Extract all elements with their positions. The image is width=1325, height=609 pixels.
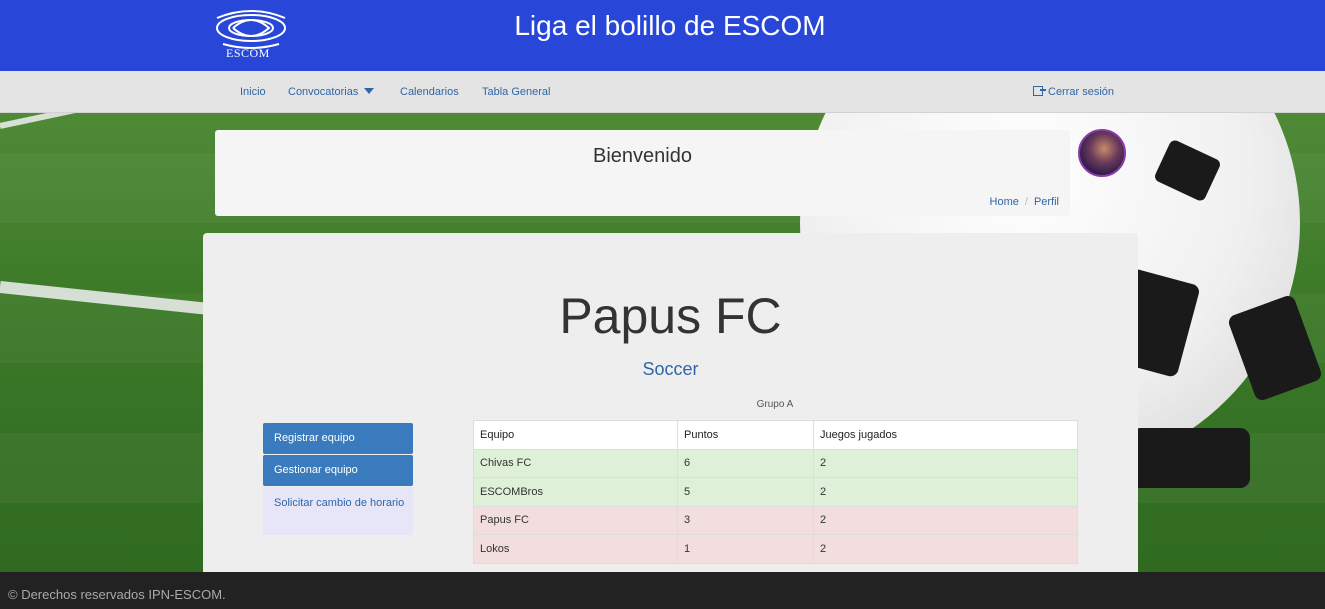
- table-row: Lokos 1 2: [473, 534, 1078, 564]
- points-cell: 1: [677, 534, 814, 564]
- ball-patch: [1153, 138, 1222, 203]
- table-row: Chivas FC 6 2: [473, 448, 1078, 478]
- field-line: [0, 113, 197, 129]
- points-cell: 5: [677, 477, 814, 507]
- table-row: ESCOMBros 5 2: [473, 477, 1078, 507]
- top-header: ESCOM Liga el bolillo de ESCOM: [0, 0, 1325, 71]
- logo-text: ESCOM: [226, 46, 270, 60]
- points-cell: 6: [677, 448, 814, 478]
- points-cell: 3: [677, 505, 814, 535]
- nav-convocatorias-dropdown[interactable]: Convocatorias: [288, 86, 375, 98]
- played-cell: 2: [813, 448, 1078, 478]
- breadcrumb-perfil-link[interactable]: Perfil: [1034, 196, 1059, 208]
- standings-table: Equipo Puntos Juegos jugados Chivas FC 6…: [473, 420, 1078, 564]
- played-cell: 2: [813, 534, 1078, 564]
- sign-out-icon: [1033, 86, 1046, 96]
- nav-calendarios-link[interactable]: Calendarios: [400, 86, 459, 98]
- played-cell: 2: [813, 477, 1078, 507]
- team-cell: ESCOMBros: [473, 477, 678, 507]
- breadcrumb: Home / Perfil: [989, 196, 1059, 208]
- team-name: Papus FC: [559, 288, 782, 344]
- column-header-equipo: Equipo: [473, 420, 678, 450]
- column-header-puntos: Puntos: [677, 420, 814, 450]
- register-team-button[interactable]: Registrar equipo: [263, 423, 413, 454]
- welcome-title: Bienvenido: [593, 145, 692, 167]
- played-cell: 2: [813, 505, 1078, 535]
- logout-link[interactable]: Cerrar sesión: [1033, 86, 1114, 98]
- group-label: Grupo A: [756, 399, 794, 410]
- nav-inicio-link[interactable]: Inicio: [240, 86, 266, 98]
- user-avatar[interactable]: [1078, 129, 1126, 177]
- ball-patch: [1130, 428, 1250, 488]
- breadcrumb-home-link[interactable]: Home: [990, 196, 1019, 208]
- page-footer: © Derechos reservados IPN-ESCOM.: [0, 572, 1325, 609]
- footer-copyright: © Derechos reservados IPN-ESCOM.: [8, 587, 226, 602]
- request-schedule-change-button[interactable]: Solicitar cambio de horario: [263, 487, 413, 535]
- team-cell: Papus FC: [473, 505, 678, 535]
- nav-convocatorias-label: Convocatorias: [288, 86, 359, 98]
- nav-tabla-general-link[interactable]: Tabla General: [482, 86, 551, 98]
- team-sport: Soccer: [642, 359, 699, 379]
- welcome-panel: Bienvenido Home / Perfil: [215, 130, 1070, 216]
- logout-label: Cerrar sesión: [1048, 86, 1115, 98]
- team-cell: Lokos: [473, 534, 678, 564]
- table-header-row: Equipo Puntos Juegos jugados: [473, 420, 1078, 450]
- manage-team-button[interactable]: Gestionar equipo: [263, 455, 413, 486]
- team-cell: Chivas FC: [473, 448, 678, 478]
- site-title: Liga el bolillo de ESCOM: [514, 10, 826, 41]
- column-header-juegos: Juegos jugados: [813, 420, 1078, 450]
- table-row: Papus FC 3 2: [473, 505, 1078, 535]
- main-navbar: Inicio Convocatorias Calendarios Tabla G…: [0, 71, 1325, 113]
- team-panel: Papus FC Soccer Registrar equipo Gestion…: [203, 233, 1138, 573]
- caret-down-icon: [364, 88, 375, 94]
